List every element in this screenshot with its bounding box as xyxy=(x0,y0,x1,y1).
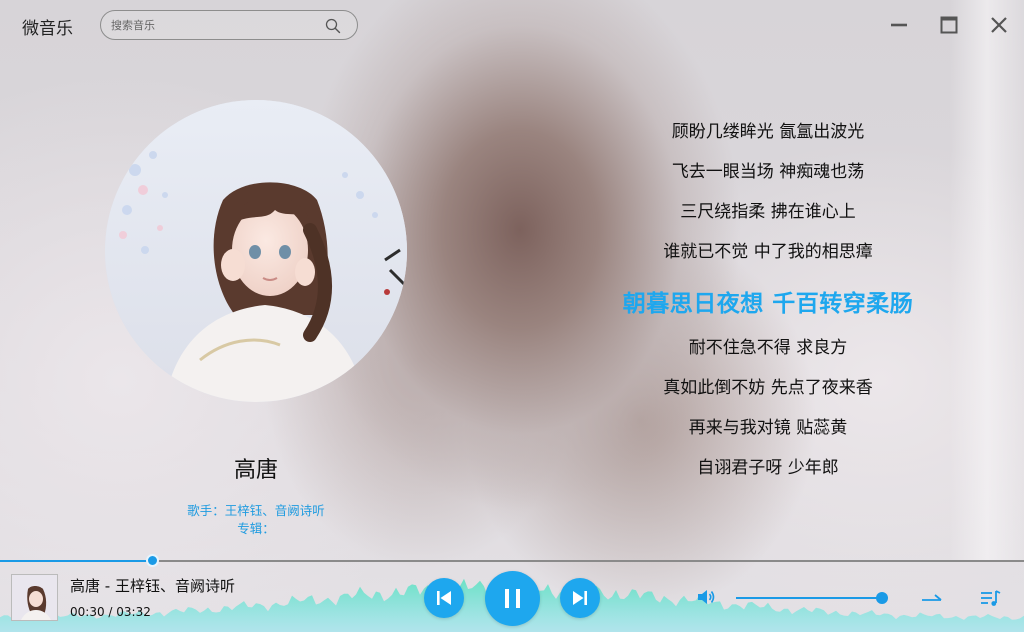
maximize-icon[interactable] xyxy=(938,14,960,36)
playlist-icon[interactable] xyxy=(979,588,1001,608)
lyric-line: 顾盼几缕眸光 氤氲出波光 xyxy=(671,122,865,142)
lyric-line: 自诩君子呀 少年郎 xyxy=(697,458,839,478)
now-playing-title: 高唐 - 王梓钰、音阙诗听 xyxy=(70,577,235,595)
sequential-mode-icon[interactable] xyxy=(920,588,944,608)
play-pause-button[interactable] xyxy=(485,571,540,626)
lyric-line: 真如此倒不妨 先点了夜来香 xyxy=(663,378,873,398)
now-playing-cover[interactable] xyxy=(11,574,58,621)
close-icon[interactable] xyxy=(988,14,1010,36)
search-box[interactable] xyxy=(100,10,358,40)
pause-icon xyxy=(505,589,520,608)
song-artist[interactable]: 歌手：王梓钰、音阙诗听 xyxy=(156,502,356,520)
skip-previous-icon xyxy=(437,591,451,605)
lyric-line: 飞去一眼当场 神痴魂也荡 xyxy=(671,162,865,182)
volume-icon[interactable] xyxy=(695,586,717,608)
next-button[interactable] xyxy=(560,578,600,618)
playback-time: 00:30 / 03:32 xyxy=(70,605,151,619)
player-bar: 高唐 - 王梓钰、音阙诗听 00:30 / 03:32 xyxy=(0,562,1024,632)
previous-button[interactable] xyxy=(424,578,464,618)
album-cover-disc xyxy=(105,100,407,402)
volume-slider[interactable] xyxy=(736,597,882,599)
lyric-line: 三尺绕指柔 拂在谁心上 xyxy=(680,202,856,222)
lyric-line: 谁就已不觉 中了我的相思瘴 xyxy=(663,242,873,262)
skip-next-icon xyxy=(573,591,587,605)
minimize-icon[interactable] xyxy=(888,14,910,36)
lyric-line: 再来与我对镜 贴蕊黄 xyxy=(688,418,848,438)
lyrics-panel: 顾盼几缕眸光 氤氲出波光 飞去一眼当场 神痴魂也荡 三尺绕指柔 拂在谁心上 谁就… xyxy=(568,115,968,491)
search-input[interactable] xyxy=(111,16,317,34)
song-title: 高唐 xyxy=(233,458,278,483)
lyric-line: 耐不住急不得 求良方 xyxy=(688,338,848,358)
search-icon[interactable] xyxy=(325,18,341,34)
lyric-line-current: 朝暮思日夜想 千百转穿柔肠 xyxy=(622,291,914,317)
song-album[interactable]: 专辑： xyxy=(156,520,356,538)
album-artwork xyxy=(105,100,407,402)
song-meta: 歌手：王梓钰、音阙诗听 专辑： xyxy=(156,502,356,538)
volume-thumb[interactable] xyxy=(876,592,888,604)
app-title: 微音乐 xyxy=(22,19,73,39)
